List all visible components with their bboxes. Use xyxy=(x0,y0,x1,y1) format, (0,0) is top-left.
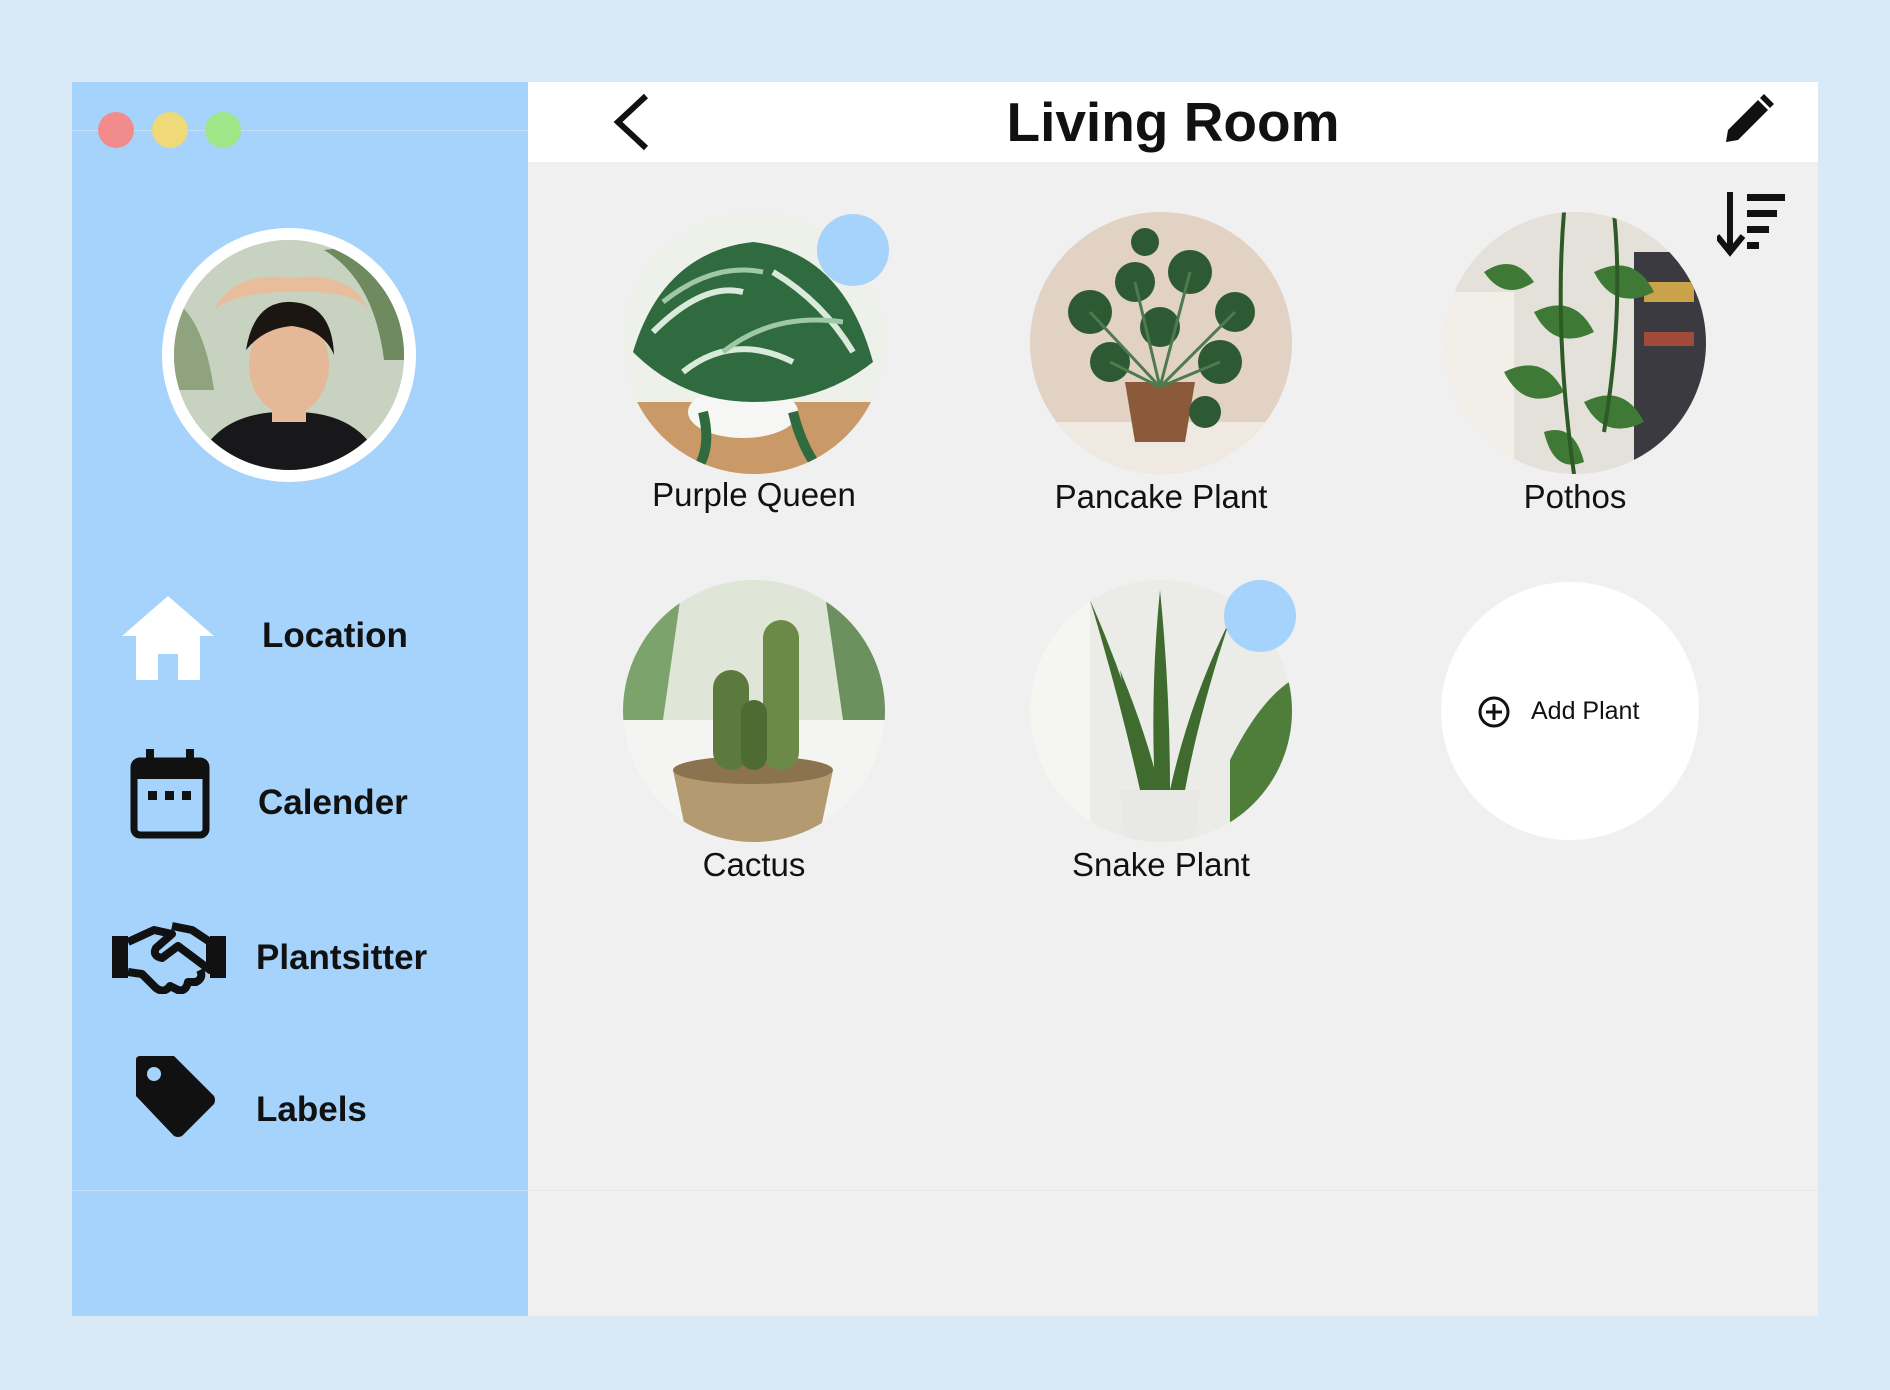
pencil-icon xyxy=(1726,94,1774,142)
header: Living Room xyxy=(528,82,1818,162)
plant-name: Pothos xyxy=(1523,478,1627,515)
sidebar-item-plantsitter[interactable]: Plantsitter xyxy=(72,922,528,1012)
avatar-photo xyxy=(174,240,404,470)
sidebar-divider xyxy=(72,130,528,131)
plant-status-badge xyxy=(1224,580,1296,652)
calendar-icon xyxy=(130,749,210,844)
plant-photo xyxy=(1444,212,1706,474)
sidebar-item-label: Location xyxy=(262,616,408,655)
plant-name: Pancake Plant xyxy=(1054,478,1268,515)
page-title: Living Room xyxy=(1006,91,1340,153)
tag-icon xyxy=(132,1054,216,1143)
plant-photo xyxy=(1030,212,1292,474)
sidebar-item-labels[interactable]: Labels xyxy=(72,1056,528,1162)
app-window: Location Calender Plantsitter Labels Liv… xyxy=(72,82,1818,1316)
avatar[interactable] xyxy=(162,228,416,482)
handshake-icon xyxy=(112,922,226,999)
maximize-window-button[interactable] xyxy=(205,112,241,148)
plant-card-purple-queen[interactable]: Purple Queen xyxy=(623,212,923,532)
home-icon xyxy=(120,592,216,689)
sidebar-item-location[interactable]: Location xyxy=(72,592,528,682)
sidebar: Location Calender Plantsitter Labels xyxy=(72,82,528,1316)
plant-name: Cactus xyxy=(702,846,806,883)
sidebar-item-calender[interactable]: Calender xyxy=(72,749,528,857)
sidebar-divider xyxy=(72,1190,528,1191)
plant-status-badge xyxy=(817,214,889,286)
add-plant-label: Add Plant xyxy=(1531,697,1640,725)
sidebar-item-label: Labels xyxy=(256,1090,367,1129)
plant-card-pancake-plant[interactable]: Pancake Plant xyxy=(1030,212,1330,532)
plant-name: Snake Plant xyxy=(1072,846,1250,883)
plant-photo xyxy=(623,580,885,842)
plant-name: Purple Queen xyxy=(652,476,856,513)
close-window-button[interactable] xyxy=(98,112,134,148)
sidebar-item-label: Calender xyxy=(258,783,408,822)
add-plant-button[interactable]: Add Plant xyxy=(1441,582,1699,840)
plant-card-pothos[interactable]: Pothos xyxy=(1444,212,1744,532)
plant-card-snake-plant[interactable]: Snake Plant xyxy=(1030,580,1330,900)
minimize-window-button[interactable] xyxy=(152,112,188,148)
plus-circle-icon xyxy=(1477,695,1511,729)
edit-button[interactable] xyxy=(1718,90,1778,150)
content-divider xyxy=(528,1190,1818,1191)
plant-card-cactus[interactable]: Cactus xyxy=(623,580,923,900)
sidebar-item-label: Plantsitter xyxy=(256,938,428,977)
